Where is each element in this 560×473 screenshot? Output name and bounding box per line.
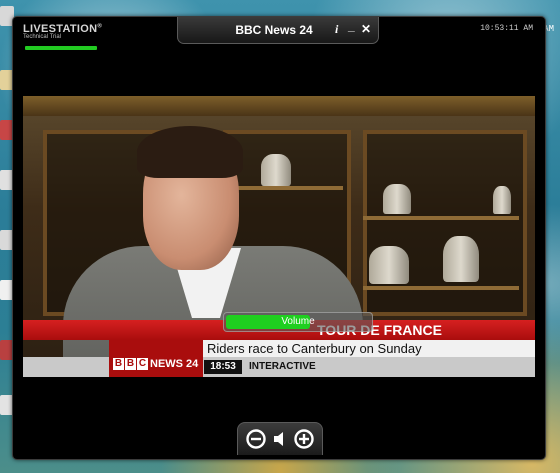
close-button[interactable]: ✕ — [361, 22, 371, 36]
broadcast-time: 18:53 — [204, 360, 242, 374]
volume-overlay[interactable]: Volume — [223, 312, 373, 332]
title-bar[interactable]: BBC News 24 i _ ✕ — [177, 17, 379, 44]
brand-trademark: ® — [97, 23, 103, 30]
brand-logo: LIVESTATION® Technical Trial — [23, 23, 102, 40]
shelf — [223, 186, 343, 190]
shelf — [363, 216, 519, 220]
volume-up-icon[interactable] — [294, 429, 314, 449]
volume-down-icon[interactable] — [246, 429, 266, 449]
cabinet-top — [23, 96, 535, 116]
trophy — [383, 184, 411, 214]
bbc-logo-letter: B — [113, 358, 124, 370]
control-bar — [237, 422, 323, 455]
presenter-hair — [137, 126, 243, 178]
speaker-icon[interactable] — [272, 431, 288, 447]
minimize-button[interactable]: _ — [348, 19, 355, 33]
bbc-logo: B B C — [113, 358, 148, 370]
video-frame[interactable]: TOUR DE FRANCE Riders race to Canterbury… — [23, 96, 535, 377]
trophy — [369, 246, 409, 284]
trophy — [261, 154, 291, 186]
trophy — [443, 236, 479, 282]
volume-label: Volume — [281, 316, 315, 327]
lower-third-subline: Riders race to Canterbury on Sunday — [207, 341, 422, 356]
channel-name: NEWS 24 — [150, 358, 199, 370]
signal-bar — [25, 46, 97, 50]
interactive-label: INTERACTIVE — [249, 361, 316, 372]
shelf — [363, 286, 519, 290]
bbc-logo-letter: B — [125, 358, 136, 370]
info-button[interactable]: i — [335, 22, 338, 37]
trophy — [493, 186, 511, 214]
bbc-logo-letter: C — [137, 358, 148, 370]
window-title: BBC News 24 — [235, 23, 313, 37]
window-clock: 10:53:11 AM — [480, 24, 533, 33]
player-window[interactable]: LIVESTATION® Technical Trial BBC News 24… — [12, 16, 546, 460]
